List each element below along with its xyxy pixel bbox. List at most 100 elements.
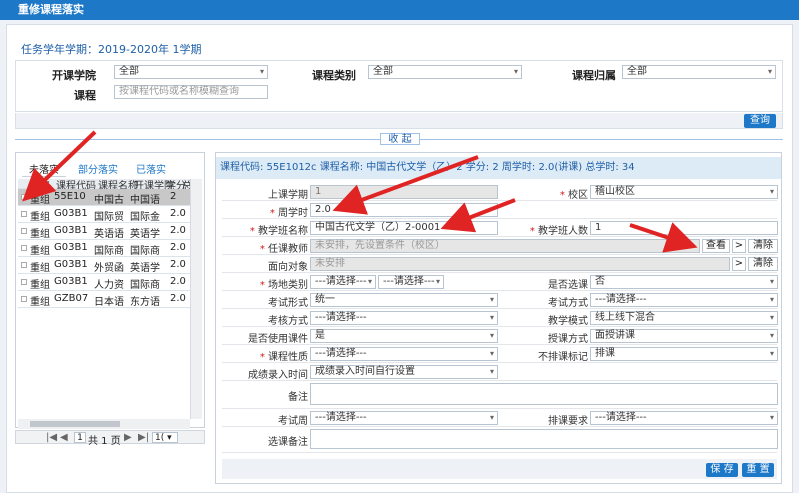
table-row[interactable]: 重组 G03B1 国际贸 国际金 2.0	[18, 206, 190, 223]
assess-select[interactable]: ---请选择--- ▾	[310, 311, 498, 325]
clear-target-button[interactable]: 清除	[748, 257, 778, 271]
page-size-select[interactable]: 1( ▾	[152, 432, 178, 443]
row-checkbox[interactable]	[21, 228, 27, 234]
grid-cell: 日本语	[94, 297, 124, 308]
class-name-input[interactable]: 中国古代文学（乙）2-0001	[310, 221, 498, 235]
category-select[interactable]: 全部 ▾	[368, 65, 522, 79]
target-field: 未安排	[310, 257, 730, 271]
grid-cell: 2.0	[170, 276, 186, 287]
grid-cell: 国际商	[94, 246, 124, 257]
target-label: 面向对象	[268, 262, 308, 273]
first-page-icon[interactable]: |◀	[46, 432, 57, 443]
college-select[interactable]: 全部 ▾	[114, 65, 268, 79]
campus-select[interactable]: 稽山校区 ▾	[590, 185, 778, 199]
belong-select[interactable]: 全部 ▾	[622, 65, 776, 79]
elective-select[interactable]: 否 ▾	[590, 275, 778, 289]
form-row: * 课程性质 ---请选择--- ▾ 不排课标记 排课 ▾	[222, 345, 778, 363]
row-checkbox[interactable]	[21, 211, 27, 217]
form-row: 成绩录入时间 成绩录入时间自行设置 ▾	[222, 363, 777, 381]
save-button[interactable]: 保 存	[706, 463, 738, 477]
table-row[interactable]: 重组 G03B1 外贸函 英语学 2.0	[18, 257, 190, 274]
row-checkbox[interactable]	[21, 262, 27, 268]
query-button[interactable]: 查询	[744, 114, 776, 128]
row-checkbox[interactable]	[21, 279, 27, 285]
form-row: * 周学时 2.0	[222, 201, 777, 219]
form-row: 上课学期 1 * 校区 稽山校区 ▾	[222, 183, 778, 201]
table-row[interactable]: 重组 55E10 中国古 中国语 2	[18, 189, 190, 206]
remark-label: 备注	[288, 392, 308, 403]
row-checkbox[interactable]	[21, 194, 27, 200]
remark-textarea[interactable]	[310, 383, 778, 405]
grid-horizontal-scrollbar[interactable]	[18, 419, 190, 429]
venue-select-2[interactable]: ---请选择--- ▾	[378, 275, 444, 289]
no-schedule-select[interactable]: 排课 ▾	[590, 347, 778, 361]
grid-cell: 英语学	[130, 263, 160, 274]
grid-cell: G03B1	[54, 225, 88, 236]
grid-cell: 国际贸	[94, 212, 124, 223]
elective-label: 是否选课	[548, 280, 588, 291]
table-row[interactable]: 重组 G03B1 人力资 国际商 2.0	[18, 274, 190, 291]
next-page-icon[interactable]: ▶	[124, 432, 132, 443]
target-more-button[interactable]: >	[732, 257, 746, 271]
reset-button[interactable]: 重 置	[742, 463, 774, 477]
grid-cell: 55E10	[54, 191, 86, 202]
exam-form-select[interactable]: 统一 ▾	[310, 293, 498, 307]
class-size-input[interactable]: 1	[590, 221, 778, 235]
exam-method-select[interactable]: ---请选择--- ▾	[590, 293, 778, 307]
form-row: 考试周 ---请选择--- ▾ 排课要求 ---请选择--- ▾	[222, 409, 778, 427]
grid-cell: G03B1	[54, 242, 88, 253]
tab-assigned[interactable]: 已落实	[136, 161, 166, 176]
form-row: 考核方式 ---请选择--- ▾ 教学模式 线上线下混合 ▾	[222, 309, 778, 327]
grid-cell: 中国语	[130, 195, 160, 206]
weekly-hours-label: * 周学时	[269, 208, 308, 219]
table-row[interactable]: 重组 GZB07 日本语 东方语 2.0	[18, 291, 190, 308]
schedule-requirement-label: 排课要求	[548, 416, 588, 427]
filter-panel: 开课学院 全部 ▾ 课程类别 全部 ▾ 课程归属 全部 ▾ 课程 按课程代码或名称模糊…	[15, 60, 783, 112]
table-row[interactable]: 重组 G03B1 国际商 国际商 2.0	[18, 240, 190, 257]
grade-entry-label: 成绩录入时间	[248, 370, 308, 381]
class-size-label: * 教学班人数	[529, 226, 588, 237]
course-search-input[interactable]: 按课程代码或名称模糊查询	[114, 85, 268, 99]
elective-remark-label: 选课备注	[268, 437, 308, 448]
courseware-select[interactable]: 是 ▾	[310, 329, 498, 343]
prev-page-icon[interactable]: ◀	[60, 432, 68, 443]
grid-cell: 国际商	[130, 280, 160, 291]
nature-select[interactable]: ---请选择--- ▾	[310, 347, 498, 361]
grid-cell: 2.0	[170, 208, 186, 219]
lecture-select[interactable]: 面授讲课 ▾	[590, 329, 778, 343]
table-row[interactable]: 重组 G03B1 英语语 英语学 2.0	[18, 223, 190, 240]
elective-remark-textarea[interactable]	[310, 429, 778, 449]
campus-field-label: * 校区	[559, 190, 588, 201]
teacher-more-button[interactable]: >	[732, 239, 746, 253]
grid-vertical-scrollbar[interactable]	[190, 179, 202, 419]
grid-cell: 英语语	[94, 229, 124, 240]
belong-label: 课程归属	[572, 69, 616, 82]
collapse-toggle[interactable]: 收 起	[380, 133, 420, 145]
grid-cell: 重组	[30, 195, 50, 206]
schedule-requirement-select[interactable]: ---请选择--- ▾	[590, 411, 778, 425]
form-row: * 场地类别 ---请选择--- ▾ ---请选择--- ▾ 是否选课 否 ▾	[222, 273, 778, 291]
view-teacher-button[interactable]: 查看	[702, 239, 730, 253]
row-checkbox[interactable]	[21, 245, 27, 251]
grid-cell: 重组	[30, 246, 50, 257]
tab-unassigned[interactable]: 未落实	[22, 161, 66, 177]
tab-partial[interactable]: 部分落实	[78, 161, 118, 176]
page-title: 重修课程落实	[0, 0, 799, 20]
term-field: 1	[310, 185, 498, 199]
clear-teacher-button[interactable]: 清除	[748, 239, 778, 253]
assess-label: 考核方式	[268, 316, 308, 327]
last-page-icon[interactable]: ▶|	[138, 432, 149, 443]
grid-cell: 重组	[30, 263, 50, 274]
grade-entry-select[interactable]: 成绩录入时间自行设置 ▾	[310, 365, 498, 379]
exam-week-select[interactable]: ---请选择--- ▾	[310, 411, 498, 425]
scroll-thumb[interactable]	[30, 421, 120, 427]
weekly-hours-input[interactable]: 2.0	[310, 203, 498, 217]
course-list-panel: 未落实 部分落实 已落实 重修 课程代码 课程名称 开课学院 学分 总 重组 5…	[15, 152, 205, 429]
form-row: 面向对象 未安排 > 清除	[222, 255, 778, 273]
row-checkbox[interactable]	[21, 296, 27, 302]
page-number-input[interactable]: 1	[74, 432, 86, 443]
venue-select-1[interactable]: ---请选择--- ▾	[310, 275, 376, 289]
teach-mode-select[interactable]: 线上线下混合 ▾	[590, 311, 778, 325]
main-panel: 任务学年学期：2019-2020年 1学期 开课学院 全部 ▾ 课程类别 全部 ▾ …	[6, 24, 793, 493]
grid-cell: 国际金	[130, 212, 160, 223]
